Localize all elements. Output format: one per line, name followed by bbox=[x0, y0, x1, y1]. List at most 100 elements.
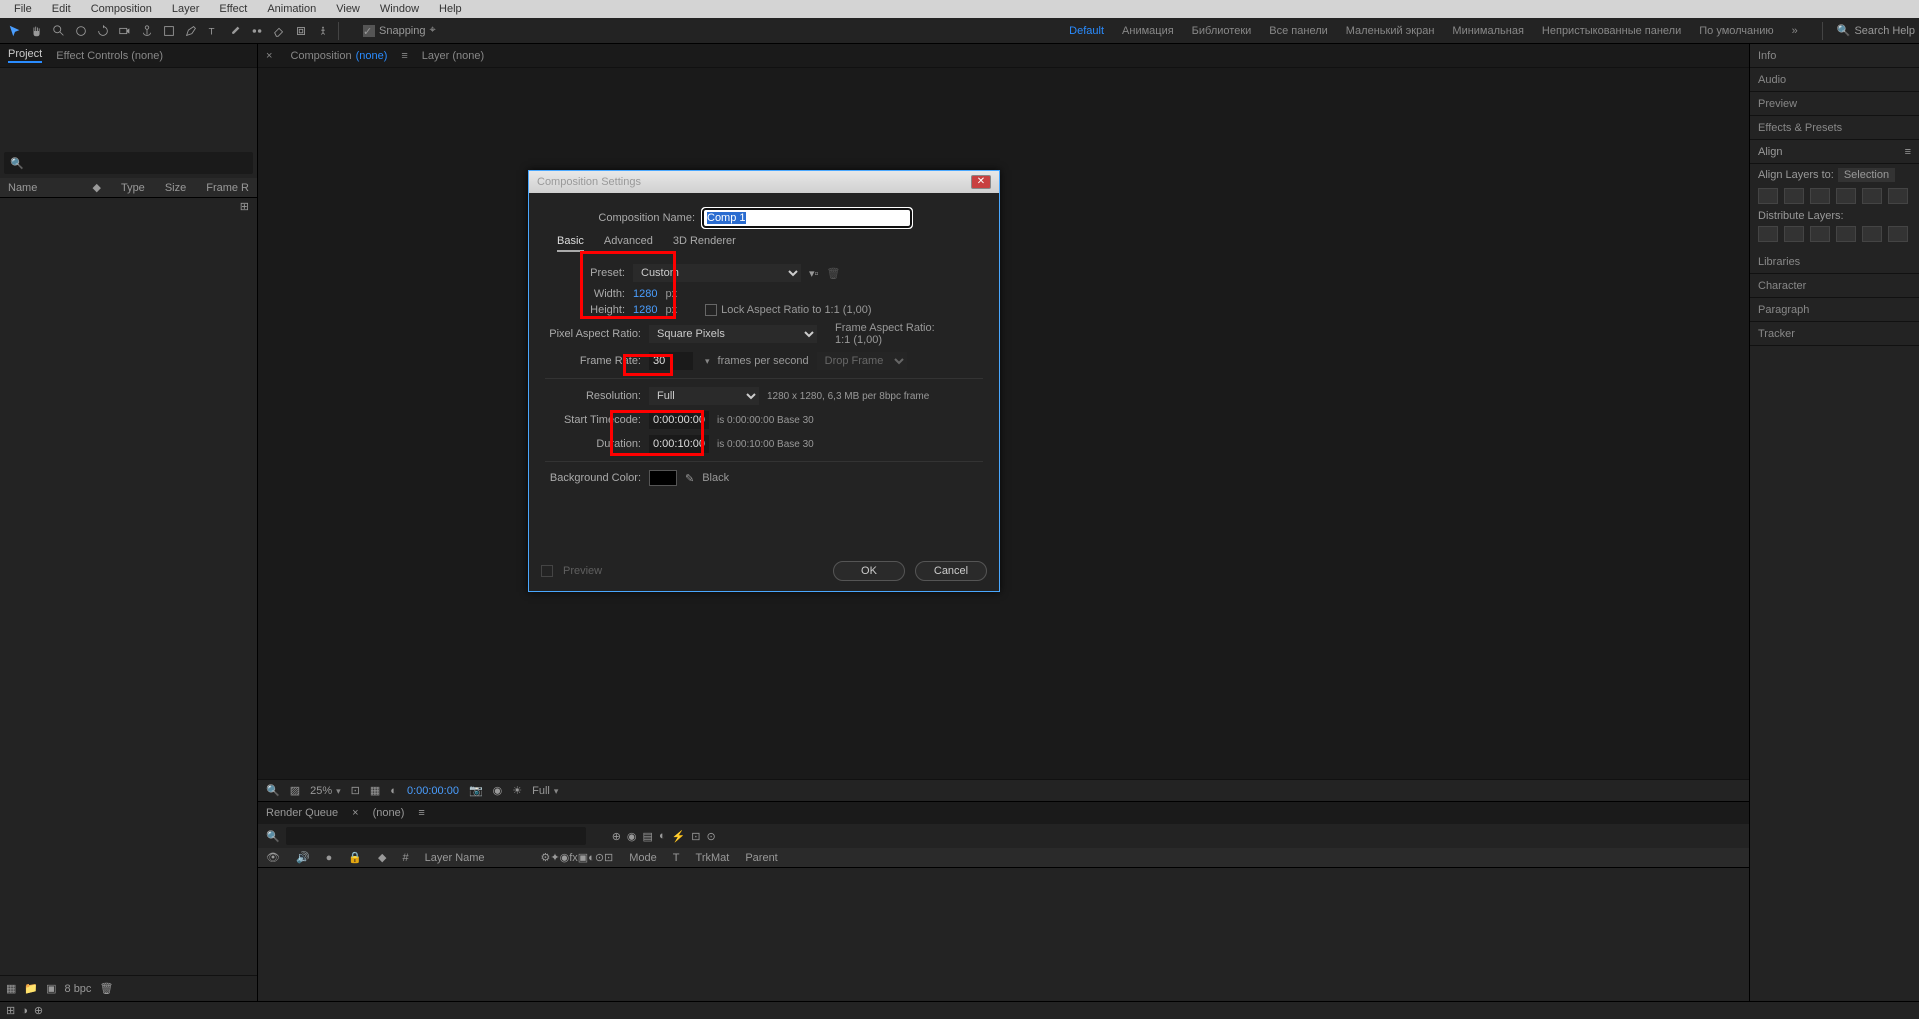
current-time[interactable]: 0:00:00:00 bbox=[407, 785, 459, 797]
col-name[interactable]: Name bbox=[8, 182, 37, 194]
zoom-tool-icon[interactable] bbox=[50, 22, 68, 40]
panel-info[interactable]: Info bbox=[1750, 44, 1919, 68]
workspace-overflow-icon[interactable]: » bbox=[1792, 25, 1798, 37]
comp-icon[interactable]: ▣ bbox=[46, 982, 56, 995]
lock-aspect-checkbox[interactable] bbox=[705, 304, 717, 316]
res-icon[interactable]: ⊡ bbox=[351, 784, 360, 797]
menu-window[interactable]: Window bbox=[370, 3, 429, 15]
folder-icon[interactable]: 📁 bbox=[24, 982, 38, 995]
col-trkmat[interactable]: TrkMat bbox=[696, 852, 730, 864]
col-layer-name[interactable]: Layer Name bbox=[425, 852, 485, 864]
mask-icon[interactable]: ◐ bbox=[390, 785, 397, 797]
distribute-button[interactable] bbox=[1888, 226, 1908, 242]
panel-effects-presets[interactable]: Effects & Presets bbox=[1750, 116, 1919, 140]
interpret-icon[interactable]: ▦ bbox=[6, 982, 16, 995]
menu-file[interactable]: File bbox=[4, 3, 42, 15]
menu-animation[interactable]: Animation bbox=[257, 3, 326, 15]
fps-dropdown-icon[interactable] bbox=[701, 355, 710, 367]
panel-preview[interactable]: Preview bbox=[1750, 92, 1919, 116]
orbit-tool-icon[interactable] bbox=[72, 22, 90, 40]
tl-icon[interactable]: ◐ bbox=[659, 830, 666, 842]
menu-help[interactable]: Help bbox=[429, 3, 472, 15]
col-number[interactable]: # bbox=[403, 852, 409, 864]
align-left-button[interactable] bbox=[1758, 188, 1778, 204]
flowchart-icon[interactable]: ⊞ bbox=[240, 200, 249, 213]
col-eye-icon[interactable]: 👁 bbox=[266, 851, 280, 864]
exposure-icon[interactable]: ☀ bbox=[512, 784, 522, 797]
panel-character[interactable]: Character bbox=[1750, 274, 1919, 298]
distribute-button[interactable] bbox=[1810, 226, 1830, 242]
comp-name-input[interactable] bbox=[703, 209, 911, 227]
panel-menu-icon[interactable]: ≡ bbox=[1905, 146, 1911, 158]
camera-tool-icon[interactable] bbox=[116, 22, 134, 40]
par-dropdown[interactable]: Square Pixels bbox=[649, 325, 817, 343]
col-size[interactable]: Size bbox=[165, 182, 186, 194]
distribute-button[interactable] bbox=[1758, 226, 1778, 242]
timeline-search[interactable] bbox=[286, 827, 586, 845]
workspace-minimal[interactable]: Минимальная bbox=[1452, 25, 1524, 37]
distribute-button[interactable] bbox=[1836, 226, 1856, 242]
col-switches-icon[interactable]: ⚙✦◉fx▣◐⊙⊡ bbox=[541, 851, 614, 864]
tab-basic[interactable]: Basic bbox=[557, 235, 584, 252]
tab-menu-icon[interactable]: ≡ bbox=[418, 807, 424, 819]
dialog-close-button[interactable]: ✕ bbox=[971, 175, 991, 189]
distribute-button[interactable] bbox=[1862, 226, 1882, 242]
magnify-icon[interactable]: 🔍 bbox=[266, 784, 280, 797]
menu-view[interactable]: View bbox=[326, 3, 370, 15]
composition-viewer[interactable] bbox=[258, 68, 1749, 779]
tab-timeline-none[interactable]: (none) bbox=[373, 807, 405, 819]
panel-tracker[interactable]: Tracker bbox=[1750, 322, 1919, 346]
tab-menu-icon[interactable]: ≡ bbox=[401, 50, 407, 62]
alpha-icon[interactable]: ▨ bbox=[290, 784, 300, 797]
distribute-button[interactable] bbox=[1784, 226, 1804, 242]
rotate-tool-icon[interactable] bbox=[94, 22, 112, 40]
tab-composition-name[interactable]: (none) bbox=[356, 50, 388, 62]
brush-tool-icon[interactable] bbox=[226, 22, 244, 40]
menu-layer[interactable]: Layer bbox=[162, 3, 210, 15]
panel-paragraph[interactable]: Paragraph bbox=[1750, 298, 1919, 322]
tl-icon[interactable]: ⊕ bbox=[612, 830, 621, 843]
tl-icon[interactable]: ⊙ bbox=[707, 830, 716, 843]
col-framerate[interactable]: Frame R bbox=[206, 182, 249, 194]
col-mode[interactable]: Mode bbox=[629, 852, 657, 864]
tl-icon[interactable]: ◉ bbox=[627, 830, 637, 843]
panel-libraries[interactable]: Libraries bbox=[1750, 250, 1919, 274]
resolution-dropdown[interactable]: Full bbox=[532, 785, 558, 797]
width-value[interactable]: 1280 bbox=[633, 288, 657, 300]
tab-advanced[interactable]: Advanced bbox=[604, 235, 653, 252]
align-top-button[interactable] bbox=[1836, 188, 1856, 204]
zoom-dropdown[interactable]: 25% bbox=[310, 785, 341, 797]
col-type[interactable]: Type bbox=[121, 182, 145, 194]
start-timecode-input[interactable] bbox=[649, 411, 709, 429]
col-parent[interactable]: Parent bbox=[745, 852, 777, 864]
tab-composition-prefix[interactable]: Composition bbox=[290, 50, 351, 62]
menu-composition[interactable]: Composition bbox=[81, 3, 162, 15]
tab-project[interactable]: Project bbox=[8, 48, 42, 63]
cancel-button[interactable]: Cancel bbox=[915, 561, 987, 581]
text-tool-icon[interactable]: T bbox=[204, 22, 222, 40]
hand-tool-icon[interactable] bbox=[28, 22, 46, 40]
duration-input[interactable] bbox=[649, 435, 709, 453]
col-tag-icon[interactable]: ◆ bbox=[92, 181, 100, 194]
tab-3d-renderer[interactable]: 3D Renderer bbox=[673, 235, 736, 252]
tl-icon[interactable]: ⚡ bbox=[672, 830, 686, 843]
col-solo-icon[interactable]: ● bbox=[326, 852, 333, 864]
workspace-undocked[interactable]: Непристыкованные панели bbox=[1542, 25, 1681, 37]
shape-tool-icon[interactable] bbox=[160, 22, 178, 40]
menu-edit[interactable]: Edit bbox=[42, 3, 81, 15]
fps-input[interactable] bbox=[649, 352, 693, 370]
workspace-default[interactable]: Default bbox=[1069, 25, 1104, 37]
col-t[interactable]: T bbox=[673, 852, 680, 864]
bpc-label[interactable]: 8 bpc bbox=[65, 983, 92, 995]
tab-close-icon[interactable]: × bbox=[266, 50, 272, 62]
clone-tool-icon[interactable] bbox=[248, 22, 266, 40]
project-search[interactable]: 🔍 bbox=[4, 152, 253, 174]
bg-color-swatch[interactable] bbox=[649, 470, 677, 486]
timeline-ruler[interactable] bbox=[818, 848, 1749, 868]
channel-icon[interactable]: ◉ bbox=[493, 784, 503, 797]
snapping-toggle[interactable]: ✓ Snapping ⌖ bbox=[363, 24, 436, 37]
snapshot-icon[interactable]: 📷 bbox=[469, 784, 483, 797]
eraser-tool-icon[interactable] bbox=[270, 22, 288, 40]
roto-tool-icon[interactable] bbox=[292, 22, 310, 40]
tl-icon[interactable]: ⊡ bbox=[691, 830, 700, 843]
